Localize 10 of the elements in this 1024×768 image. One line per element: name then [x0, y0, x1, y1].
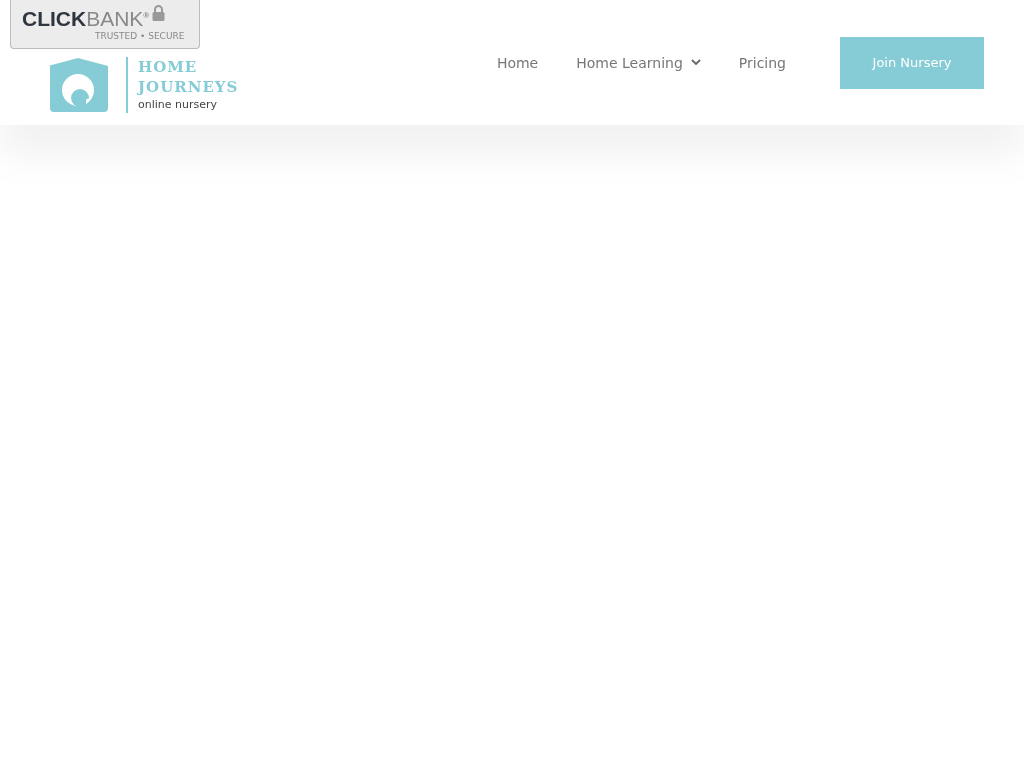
logo-title: JOURNEYS [138, 76, 239, 97]
nav-link[interactable]: Home [496, 54, 539, 71]
nav-link[interactable]: Pricing [738, 54, 786, 71]
logo-subtitle: online nursery [138, 96, 219, 113]
badge-tagline: TRUSTED • SECURE [95, 30, 186, 42]
lock-icon [152, 5, 166, 21]
badge-brand: CLICKBANK$^{®}$ [22, 6, 150, 30]
trust-badge[interactable]: CLICKBANK$^{®}$ TRUSTED • SECURE [10, 0, 200, 49]
nav-link[interactable]: Home Learning [576, 54, 701, 71]
logo-title: HOME [138, 56, 199, 77]
